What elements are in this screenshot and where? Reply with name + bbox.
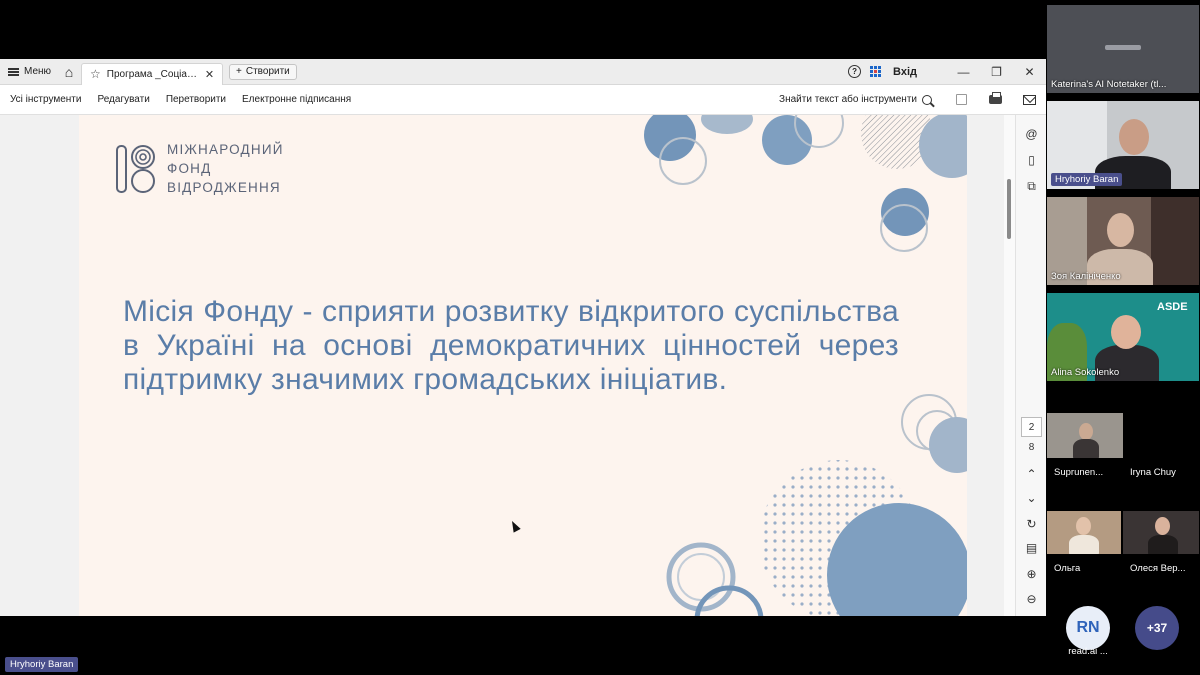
- person-head: [1076, 517, 1091, 535]
- menu-button[interactable]: Меню: [0, 59, 57, 85]
- page-tools-icon[interactable]: ▤: [1016, 541, 1046, 555]
- save-icon: [955, 94, 967, 105]
- zoom-in-icon[interactable]: ⊕: [1016, 567, 1046, 581]
- avatar-initials-name: read.ai ...: [1068, 646, 1108, 657]
- document-area[interactable]: МІЖНАРОДНИЙ ФОНД ВІДРОДЖЕННЯ Місія Фонду…: [0, 115, 1015, 616]
- logo-line-1: МІЖНАРОДНИЙ: [167, 142, 284, 157]
- background-shelf: [1151, 197, 1199, 285]
- logo-line-3: ВІДРОДЖЕННЯ: [167, 180, 281, 195]
- page-up-icon[interactable]: ⌃: [1016, 467, 1046, 481]
- participant-tile-notetaker[interactable]: Katerina's AI Notetaker (tl...: [1047, 5, 1199, 93]
- save-button[interactable]: [944, 94, 978, 105]
- mail-icon: [1022, 94, 1036, 105]
- minimize-icon[interactable]: —: [947, 65, 980, 79]
- avatar-initials[interactable]: RN: [1066, 606, 1110, 650]
- viewer-toolbar: Усі інструменти Редагувати Перетворити Е…: [0, 85, 1046, 115]
- search-icon: [922, 94, 932, 105]
- participant-tile-olesya[interactable]: [1123, 511, 1199, 554]
- meeting-stage: Меню ⌂ ☆ Програма _Соціальн... ✕ + Створ…: [0, 0, 1200, 675]
- participant-name: Alina Sokolenko: [1051, 367, 1120, 378]
- document-tab-title: Програма _Соціальн...: [106, 68, 199, 80]
- zoom-out-icon[interactable]: ⊖: [1016, 592, 1046, 606]
- total-pages: 8: [1028, 442, 1035, 453]
- create-button[interactable]: + Створити: [229, 63, 297, 80]
- viewer-right-rail: @ ▯ ⧉ 2 8 ⌃ ⌄ ↻ ▤ ⊕ ⊖: [1015, 115, 1046, 616]
- email-button[interactable]: [1012, 94, 1046, 105]
- person-head: [1155, 517, 1170, 535]
- person-body: [1148, 535, 1178, 554]
- mission-statement: Місія Фонду - сприяти розвитку відкритог…: [123, 295, 899, 396]
- document-tab[interactable]: ☆ Програма _Соціальн... ✕: [81, 62, 224, 85]
- participant-name: Katerina's AI Notetaker (tl...: [1051, 79, 1167, 90]
- person-head: [1107, 213, 1134, 247]
- person-body: [1073, 439, 1099, 458]
- scrollbar-thumb[interactable]: [1007, 179, 1011, 239]
- close-tab-icon[interactable]: ✕: [205, 68, 214, 81]
- home-icon[interactable]: ⌂: [57, 59, 81, 85]
- tool-all-tools[interactable]: Усі інструменти: [0, 94, 89, 105]
- presenter-name-tag: Hryhoriy Baran: [5, 657, 79, 672]
- background-banner: ASDE: [1157, 301, 1188, 313]
- viewer-title-bar: Меню ⌂ ☆ Програма _Соціальн... ✕ + Створ…: [0, 59, 1046, 85]
- irf-logo: МІЖНАРОДНИЙ ФОНД ВІДРОДЖЕННЯ: [115, 140, 284, 197]
- person-head: [1111, 315, 1141, 349]
- participant-name: Зоя Калініченко: [1051, 271, 1121, 282]
- participant-tile-zoya[interactable]: Зоя Калініченко: [1047, 197, 1199, 285]
- vertical-scrollbar[interactable]: [1004, 115, 1015, 616]
- participant-tile-olha[interactable]: [1047, 511, 1121, 554]
- participant-name-suprunen: Suprunen...: [1054, 467, 1104, 478]
- tool-convert[interactable]: Перетворити: [158, 94, 234, 105]
- irf-logo-mark-icon: [116, 144, 155, 193]
- page-indicator: 2: [1016, 417, 1046, 437]
- apps-grid-icon[interactable]: [870, 66, 882, 77]
- restore-icon[interactable]: ❐: [980, 65, 1013, 79]
- page-down-icon[interactable]: ⌄: [1016, 491, 1046, 505]
- ai-assistant-icon[interactable]: @: [1016, 127, 1046, 141]
- presentation-slide: МІЖНАРОДНИЙ ФОНД ВІДРОДЖЕННЯ Місія Фонду…: [79, 115, 967, 616]
- rotate-icon[interactable]: ↻: [1016, 517, 1046, 531]
- find-label: Знайти текст або інструменти: [779, 94, 917, 105]
- person-head: [1119, 119, 1149, 155]
- find-search[interactable]: Знайти текст або інструменти: [779, 94, 932, 105]
- person-head: [1079, 423, 1093, 440]
- print-icon: [988, 92, 1002, 104]
- participant-name-olesya: Олеся Вер...: [1130, 563, 1186, 574]
- bookmark-icon[interactable]: ▯: [1016, 153, 1046, 167]
- menu-label: Меню: [24, 66, 52, 77]
- star-icon[interactable]: ☆: [90, 67, 101, 81]
- current-page-input[interactable]: 2: [1021, 417, 1042, 437]
- notetaker-logo-icon: [1105, 45, 1141, 50]
- plus-icon: +: [236, 66, 242, 77]
- sign-in-button[interactable]: Вхід: [893, 66, 917, 78]
- participant-tile-hryhoriy-baran[interactable]: Hryhoriy Baran: [1047, 101, 1199, 189]
- tool-e-sign[interactable]: Електронне підписання: [234, 94, 359, 105]
- logo-text: МІЖНАРОДНИЙ ФОНД ВІДРОДЖЕННЯ: [167, 140, 284, 197]
- shared-screen-pdf-viewer: Меню ⌂ ☆ Програма _Соціальн... ✕ + Створ…: [0, 59, 1046, 616]
- hamburger-icon: [8, 67, 19, 76]
- more-participants-button[interactable]: +37: [1135, 606, 1179, 650]
- help-icon[interactable]: ?: [848, 65, 862, 78]
- create-label: Створити: [245, 66, 290, 77]
- close-window-icon[interactable]: ✕: [1013, 65, 1046, 79]
- copy-pages-icon[interactable]: ⧉: [1016, 179, 1046, 194]
- person-body: [1069, 535, 1099, 554]
- participant-tile-suprunen[interactable]: [1047, 413, 1123, 458]
- participant-name: Hryhoriy Baran: [1051, 173, 1123, 186]
- tool-edit[interactable]: Редагувати: [89, 94, 157, 105]
- logo-line-2: ФОНД: [167, 161, 212, 176]
- print-button[interactable]: [978, 92, 1012, 104]
- participant-name-iryna: Iryna Chuy: [1130, 467, 1176, 478]
- participant-tile-alina[interactable]: ASDE Alina Sokolenko: [1047, 293, 1199, 381]
- participant-name-olha: Ольга: [1054, 563, 1081, 574]
